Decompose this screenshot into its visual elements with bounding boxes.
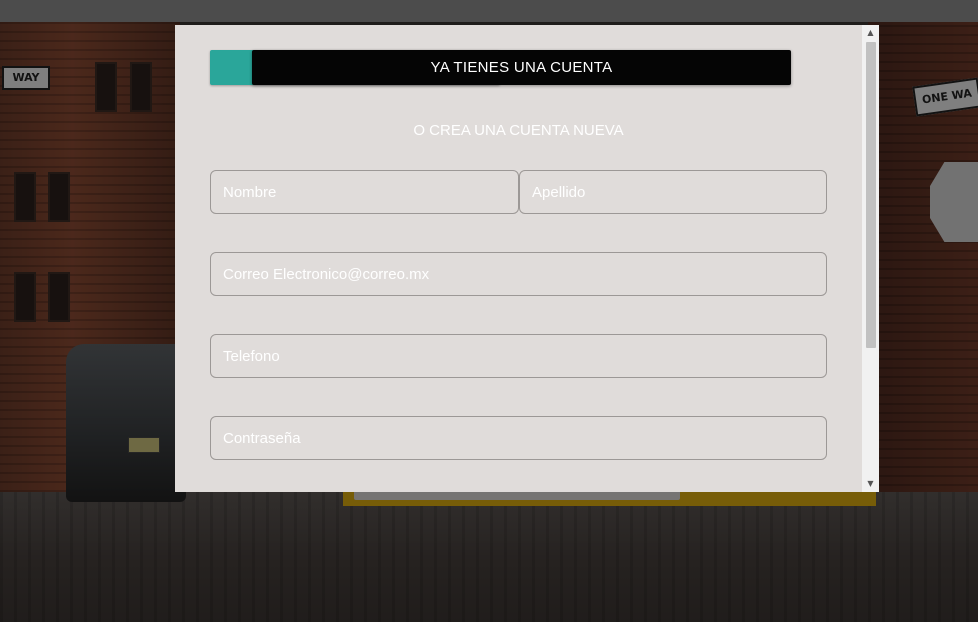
signup-modal: YA TIENES UNA CUENTA O CREA UNA CUENTA N…: [175, 25, 879, 492]
email-input[interactable]: [210, 252, 827, 296]
scroll-up-arrow-icon[interactable]: ▲: [862, 25, 879, 41]
last-name-input[interactable]: [519, 170, 827, 214]
phone-input[interactable]: [210, 334, 827, 378]
scroll-down-arrow-icon[interactable]: ▼: [862, 476, 879, 492]
have-account-button[interactable]: YA TIENES UNA CUENTA: [252, 50, 791, 85]
password-input[interactable]: [210, 416, 827, 460]
scroll-thumb[interactable]: [866, 42, 876, 348]
modal-scrollbar[interactable]: ▲ ▼: [862, 25, 879, 492]
first-name-input[interactable]: [210, 170, 519, 214]
create-account-heading: O CREA UNA CUENTA NUEVA: [413, 122, 624, 139]
